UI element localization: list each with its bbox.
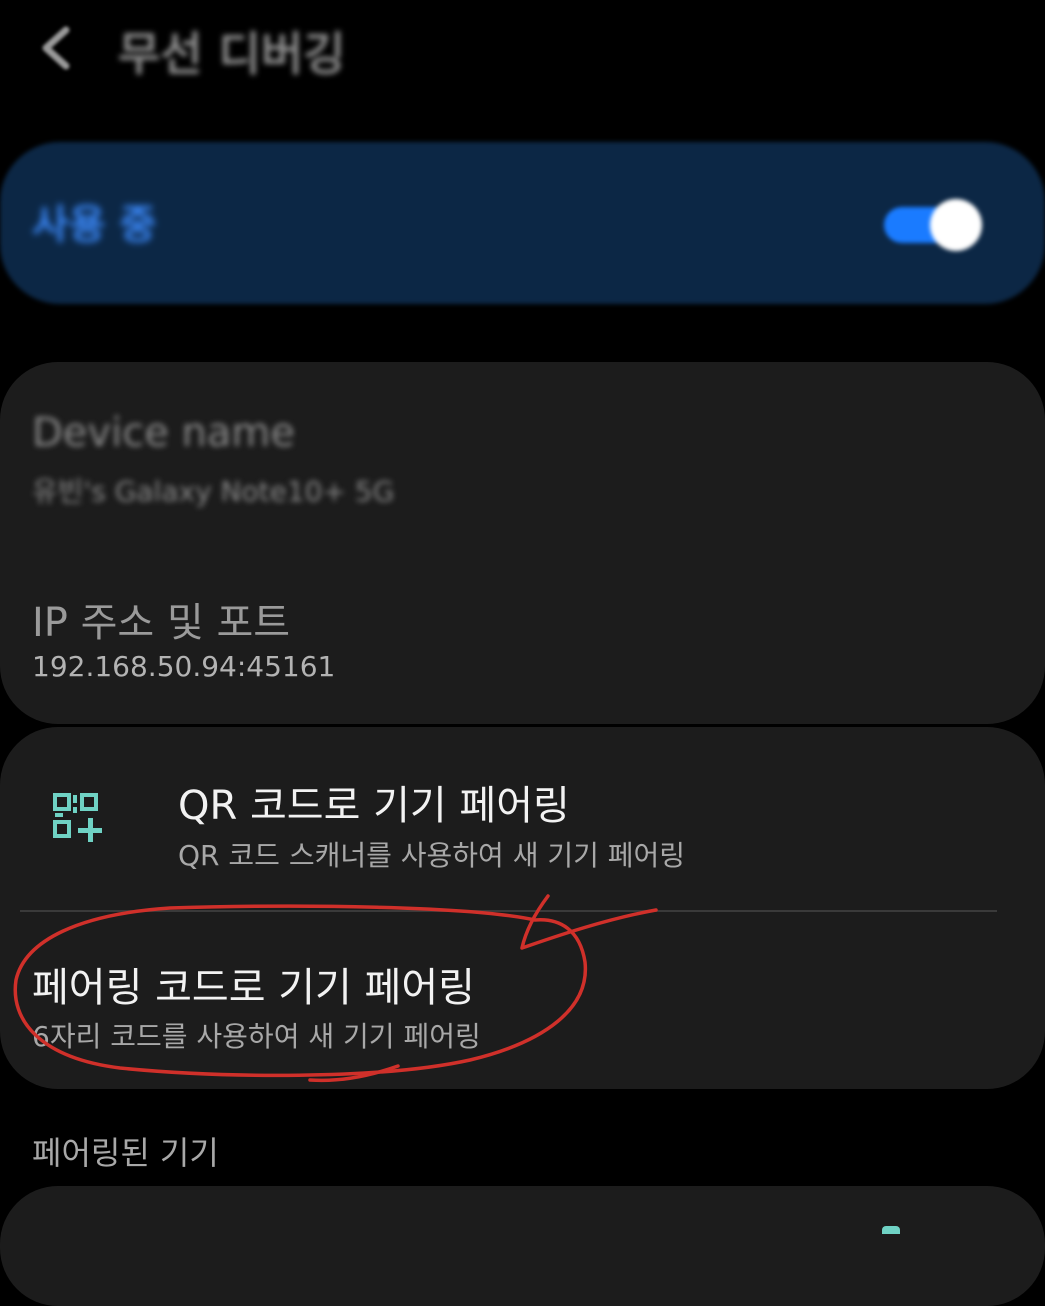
toggle-status-label: 사용 중 (32, 202, 157, 248)
back-button[interactable] (28, 18, 88, 78)
wireless-debugging-switch[interactable] (884, 199, 984, 251)
paired-devices-card (0, 1186, 1045, 1306)
divider (20, 910, 997, 912)
pair-with-code-title[interactable]: 페어링 코드로 기기 페어링 (32, 955, 475, 1013)
top-app-bar: 무선 디버깅 (0, 0, 1045, 100)
qr-add-icon (52, 792, 106, 846)
pair-with-qr-title[interactable]: QR 코드로 기기 페어링 (178, 773, 570, 831)
page-title: 무선 디버깅 (118, 27, 346, 81)
switch-knob (930, 199, 982, 251)
pair-with-qr-subtitle: QR 코드 스캐너를 사용하여 새 기기 페어링 (178, 839, 686, 872)
paired-devices-header: 페어링된 기기 (32, 1134, 219, 1172)
wireless-debugging-toggle-row[interactable]: 사용 중 (0, 142, 1045, 304)
ip-port-title: IP 주소 및 포트 (32, 600, 291, 646)
ip-port-value: 192.168.50.94:45161 (32, 650, 336, 683)
device-name-title[interactable]: Device name (32, 410, 295, 456)
device-icon (882, 1226, 900, 1234)
device-name-value: 유빈's Galaxy Note10+ 5G (32, 475, 395, 508)
pair-with-code-subtitle: 6자리 코드를 사용하여 새 기기 페어링 (32, 1020, 481, 1053)
chevron-left-icon (42, 26, 70, 70)
